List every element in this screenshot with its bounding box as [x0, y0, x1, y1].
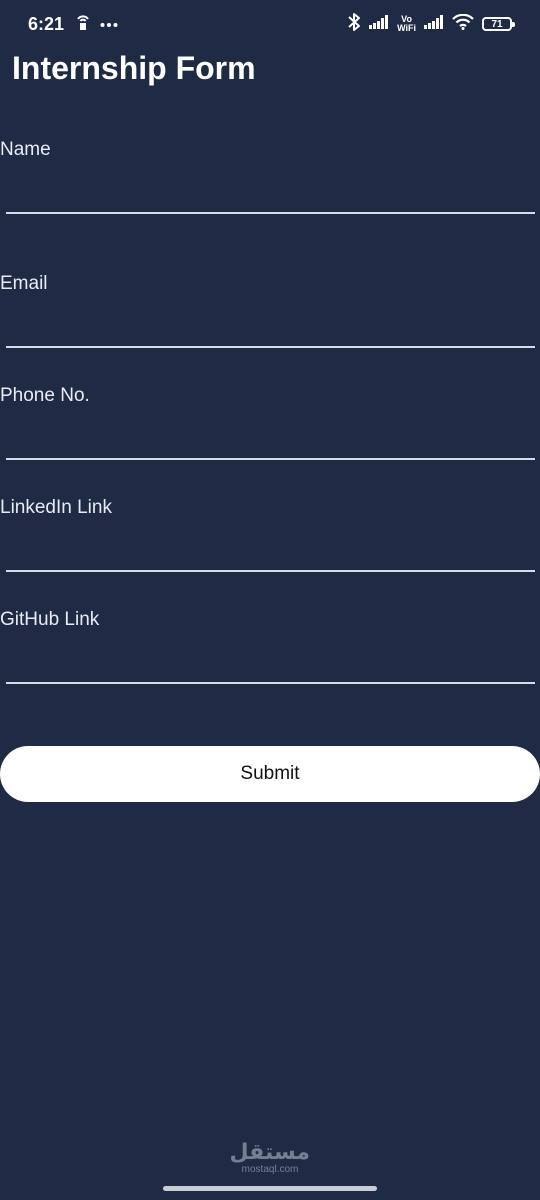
bluetooth-icon [347, 12, 361, 37]
watermark-logo: مستقل mostaql.com [230, 1142, 310, 1176]
email-label: Email [0, 273, 48, 294]
more-dots-icon [100, 15, 118, 33]
name-label: Name [0, 139, 51, 160]
status-left-icons [76, 14, 118, 34]
github-input[interactable] [6, 650, 535, 684]
email-input[interactable] [6, 314, 535, 348]
wifi-icon [452, 13, 474, 35]
hotspot-icon [76, 13, 90, 36]
github-label: GitHub Link [0, 609, 100, 630]
phone-input[interactable] [6, 426, 535, 460]
status-right-icons: Vo WiFi 71 [347, 12, 515, 37]
status-bar: 6:21 Vo WiFi 71 [0, 0, 540, 48]
linkedin-input[interactable] [6, 538, 535, 572]
linkedin-label: LinkedIn Link [0, 497, 112, 518]
name-input[interactable] [6, 180, 535, 214]
signal-icon [369, 14, 389, 34]
signal-icon [424, 14, 444, 34]
submit-button[interactable]: Submit [0, 746, 540, 802]
page-title: Internship Form [12, 50, 256, 86]
phone-label: Phone No. [0, 385, 90, 406]
battery-icon: 71 [482, 17, 515, 31]
status-time: 6:21 [28, 14, 65, 34]
battery-level: 71 [491, 18, 503, 30]
watermark-logo-text: مستقل [229, 1140, 310, 1165]
vowifi-bottom-text: WiFi [397, 23, 416, 33]
vowifi-icon: Vo WiFi [397, 15, 416, 33]
home-indicator[interactable] [163, 1186, 377, 1191]
watermark-url: mostaql.com [241, 1164, 299, 1175]
